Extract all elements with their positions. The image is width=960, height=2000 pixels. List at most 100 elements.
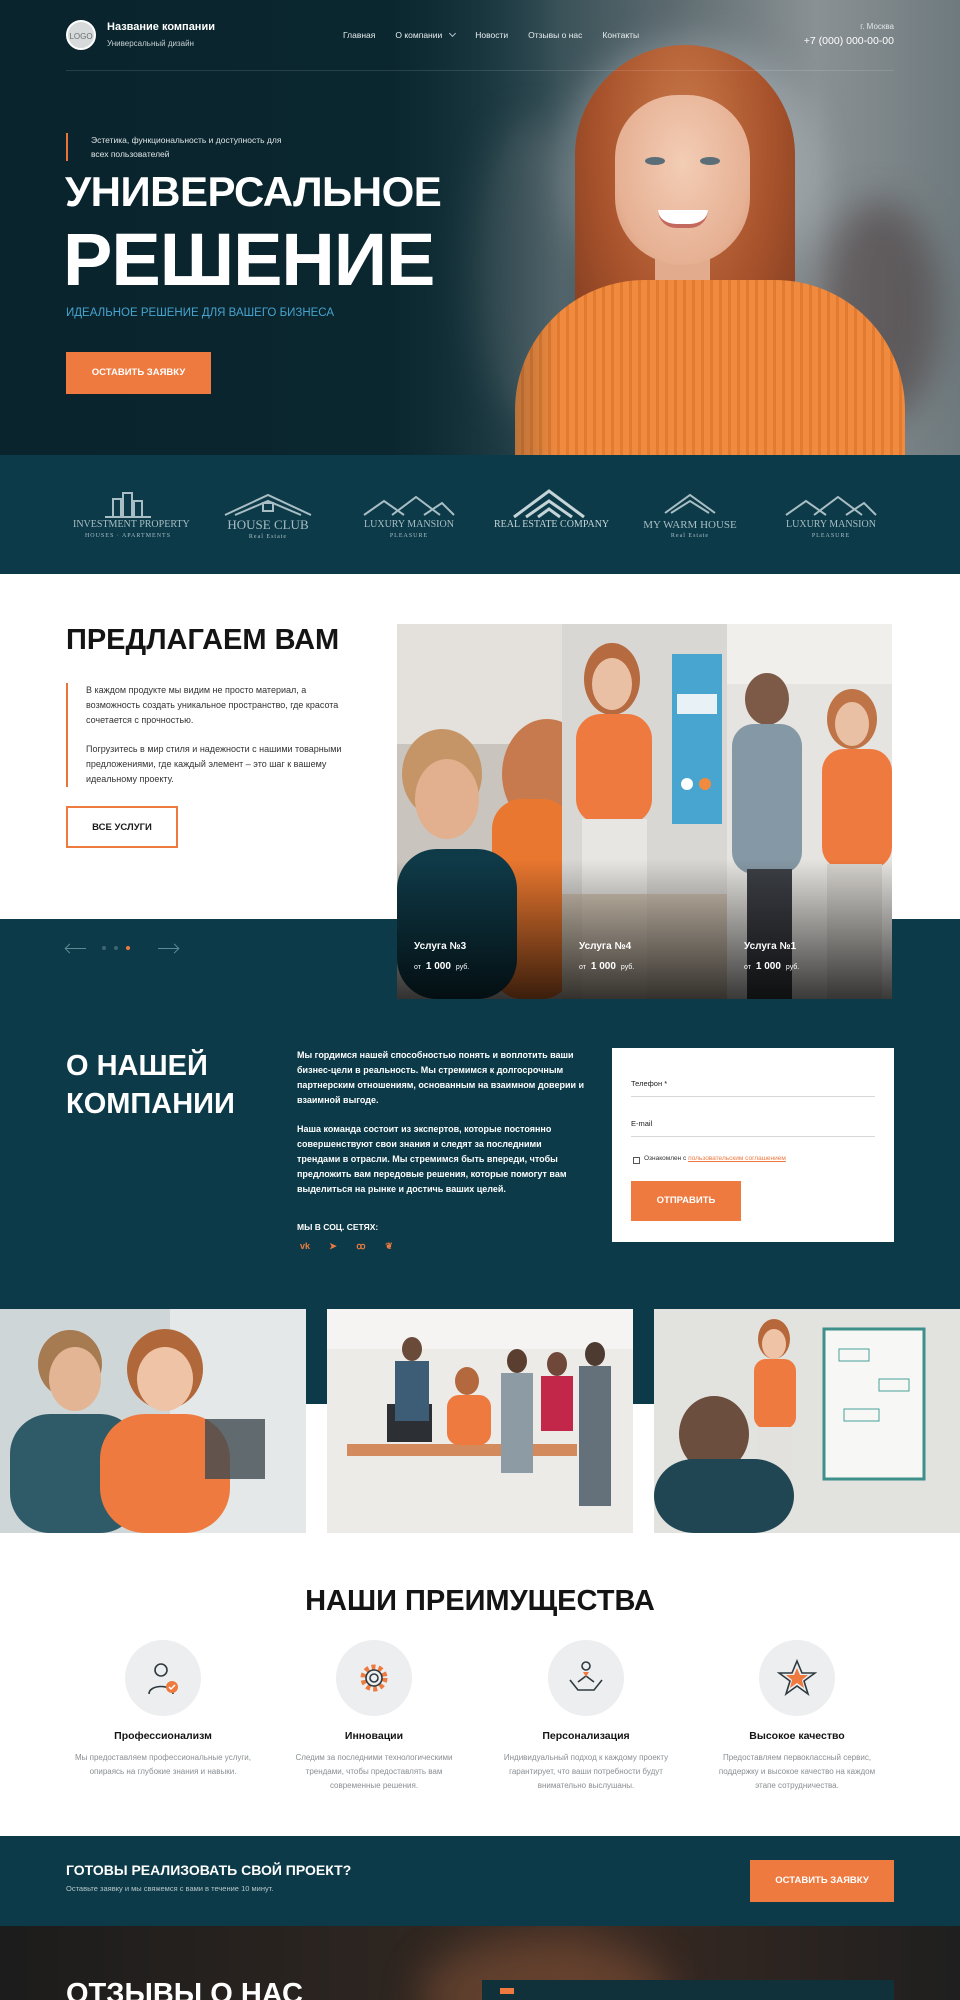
nav-item-contacts[interactable]: Контакты: [602, 30, 639, 40]
partner-logo: REAL ESTATE COMPANY: [494, 489, 610, 545]
consent-checkbox[interactable]: [633, 1157, 640, 1164]
arrow-right-icon[interactable]: [158, 948, 178, 949]
gallery-photo: [654, 1309, 960, 1533]
cta-section: ГОТОВЫ РЕАЛИЗОВАТЬ СВОЙ ПРОЕКТ? Оставьте…: [0, 1836, 960, 1926]
mansion-roof-icon: [363, 495, 455, 516]
partner-sub: Real Estate: [248, 534, 288, 540]
nav-item-about[interactable]: О компании: [395, 29, 457, 40]
nav-item-reviews[interactable]: Отзывы о нас: [528, 30, 582, 40]
consent-text: Ознакомлен с пользовательским соглашение…: [644, 1155, 786, 1162]
advantage-icon-circle: [759, 1640, 835, 1716]
about-description: Мы гордимся нашей способностью понять и …: [297, 1048, 587, 1197]
offer-title: ПРЕДЛАГАЕМ ВАМ: [66, 624, 340, 656]
offer-paragraph: Погрузитесь в мир стиля и надежности с н…: [86, 744, 342, 784]
hero-woman-photo: [515, 45, 905, 455]
partner-logo: HOUSE CLUB Real Estate: [213, 489, 323, 545]
advantage-item: Высокое качество Предоставляем первоклас…: [691, 1640, 903, 1793]
vk-icon[interactable]: vk: [298, 1241, 312, 1252]
partner-logo: INVESTMENT PROPERTY HOUSES · APARTMENTS: [73, 489, 190, 545]
cta-request-button[interactable]: ОСТАВИТЬ ЗАЯВКУ: [750, 1860, 894, 1902]
company-name[interactable]: Название компании: [107, 21, 215, 33]
submit-button[interactable]: ОТПРАВИТЬ: [631, 1181, 741, 1221]
professional-icon: [148, 1663, 178, 1695]
email-field[interactable]: E-mail: [631, 1119, 652, 1128]
user-agreement-link[interactable]: пользовательским соглашением: [688, 1155, 786, 1162]
arrow-left-icon[interactable]: [66, 948, 86, 949]
all-services-button[interactable]: ВСЕ УСЛУГИ: [66, 806, 178, 848]
service-card-price: от 1 000 руб.: [414, 961, 469, 972]
price-value: 1 000: [590, 961, 616, 972]
partner-sub: PLEASURE: [811, 533, 851, 539]
mansion-roof-icon: [785, 495, 877, 516]
consent-label: Ознакомлен с: [644, 1155, 689, 1162]
email-field-underline: [631, 1136, 875, 1137]
about-section: О НАШЕЙ КОМПАНИИ Мы гордимся нашей спосо…: [0, 999, 960, 1309]
building-icon: [105, 492, 151, 518]
social-links: vk ➤ ꝏ ❦: [298, 1241, 396, 1252]
offer-paragraph: В каждом продукте мы видим не просто мат…: [86, 685, 339, 725]
advantage-description: Мы предоставляем профессиональные услуги…: [75, 1753, 251, 1776]
service-card[interactable]: Услуга №1 от 1 000 руб.: [727, 624, 892, 999]
advantage-description: Предоставляем первоклассный сервис, подд…: [718, 1753, 876, 1790]
twitter-icon[interactable]: ❦: [382, 1241, 396, 1252]
hero-title-line2: РЕШЕНИЕ: [63, 218, 435, 301]
telegram-icon[interactable]: ➤: [326, 1241, 340, 1252]
advantage-icon-circle: [548, 1640, 624, 1716]
gear-icon: [360, 1664, 388, 1692]
advantage-name: Профессионализм: [114, 1730, 212, 1742]
nav-item-home[interactable]: Главная: [343, 30, 375, 40]
company-tagline: Универсальный дизайн: [107, 39, 194, 48]
partners-strip: INVESTMENT PROPERTY HOUSES · APARTMENTS …: [0, 455, 960, 574]
price-currency: руб.: [785, 964, 800, 971]
odnoklassniki-icon[interactable]: ꝏ: [354, 1241, 368, 1252]
site-header: LOGO Название компании Универсальный диз…: [66, 20, 894, 70]
gallery-photo: [0, 1309, 306, 1533]
hero-request-button[interactable]: ОСТАВИТЬ ЗАЯВКУ: [66, 352, 211, 394]
handshake-icon: [569, 1661, 603, 1691]
gallery-photo: [327, 1309, 633, 1533]
partner-logo: LUXURY MANSION PLEASURE: [354, 489, 464, 545]
contact-form: Телефон * E-mail Ознакомлен с пользовате…: [612, 1048, 894, 1242]
slider-navigation: [66, 941, 186, 957]
nav-item-news[interactable]: Новости: [475, 30, 508, 40]
service-card-price: от 1 000 руб.: [744, 961, 799, 972]
advantage-item: Профессионализм Мы предоставляем професс…: [57, 1640, 269, 1779]
advantages-title: НАШИ ПРЕИМУЩЕСТВА: [305, 1585, 655, 1617]
partner-name: REAL ESTATE COMPANY: [494, 519, 610, 530]
about-title-line2: КОМПАНИИ: [66, 1088, 235, 1120]
phone-field[interactable]: Телефон *: [631, 1079, 667, 1088]
social-label: МЫ В СОЦ. СЕТЯХ:: [297, 1222, 379, 1232]
logo[interactable]: LOGO: [66, 20, 96, 50]
advantage-item: Персонализация Индивидуальный подход к к…: [480, 1640, 692, 1793]
partner-name: LUXURY MANSION: [364, 519, 454, 530]
slider-dot-active[interactable]: [126, 946, 130, 950]
partner-sub: Real Estate: [670, 533, 710, 539]
about-title-line1: О НАШЕЙ: [66, 1050, 208, 1082]
price-prefix: от: [744, 964, 751, 971]
advantage-icon-circle: [125, 1640, 201, 1716]
star-icon: [777, 1658, 817, 1697]
hero-tagline: Эстетика, функциональность и доступность…: [66, 133, 286, 161]
service-card-price: от 1 000 руб.: [579, 961, 634, 972]
service-card[interactable]: Услуга №4 от 1 000 руб.: [562, 624, 727, 999]
advantage-name: Инновации: [344, 1730, 404, 1742]
slider-dot[interactable]: [114, 946, 118, 950]
quote-icon: [500, 1988, 514, 1994]
service-card-title: Услуга №1: [744, 941, 797, 952]
price-currency: руб.: [455, 964, 470, 971]
house-roof-icon: [224, 493, 312, 516]
partner-logo: MY WARM HOUSE Real Estate: [635, 489, 745, 545]
cta-subtitle: Оставьте заявку и мы свяжемся с вами в т…: [66, 1884, 274, 1893]
price-prefix: от: [414, 964, 421, 971]
service-card[interactable]: Услуга №3 от 1 000 руб.: [397, 624, 562, 999]
hero-section: LOGO Название компании Универсальный диз…: [0, 0, 960, 455]
about-paragraph: Мы гордимся нашей способностью понять и …: [297, 1050, 585, 1105]
slider-dot[interactable]: [102, 946, 106, 950]
cta-title: ГОТОВЫ РЕАЛИЗОВАТЬ СВОЙ ПРОЕКТ?: [66, 1862, 352, 1878]
real-estate-roof-icon: [513, 489, 585, 519]
price-prefix: от: [579, 964, 586, 971]
partner-sub: PLEASURE: [389, 533, 429, 539]
phone-link[interactable]: +7 (000) 000-00-00: [804, 35, 894, 47]
reviews-title: ОТЗЫВЫ О НАС: [66, 1978, 303, 2000]
city-label: г. Москва: [860, 22, 894, 31]
